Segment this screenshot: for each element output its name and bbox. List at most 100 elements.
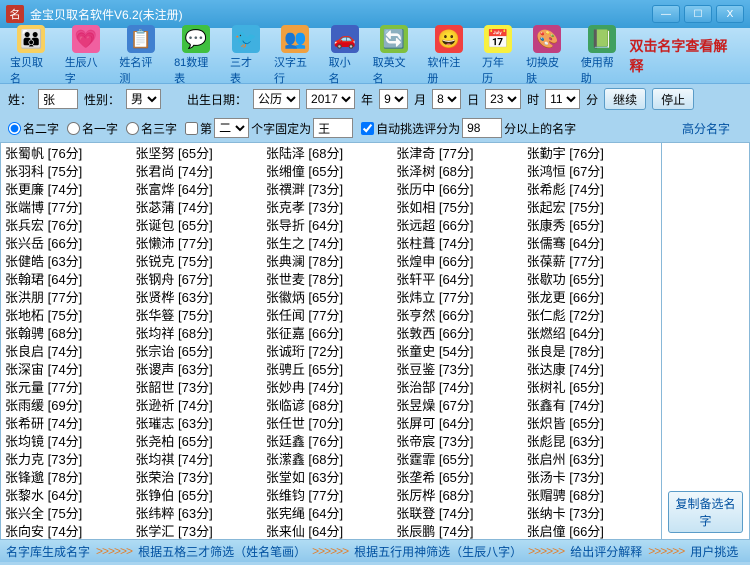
name-item[interactable]: 张尧柏 [65分] bbox=[135, 433, 265, 451]
toolbar-软件注册[interactable]: 😀软件注册 bbox=[421, 23, 476, 88]
name-item[interactable]: 张更廉 [74分] bbox=[5, 181, 135, 199]
name-item[interactable]: 张如相 [75分] bbox=[396, 199, 526, 217]
toolbar-切换皮肤[interactable]: 🎨切换皮肤 bbox=[520, 23, 575, 88]
name-item[interactable]: 张昱燥 [67分] bbox=[396, 397, 526, 415]
pos-select[interactable]: 二 bbox=[214, 118, 249, 138]
name-item[interactable]: 张轩平 [64分] bbox=[396, 271, 526, 289]
name-item[interactable]: 张儒骞 [64分] bbox=[527, 235, 657, 253]
name-item[interactable]: 张坚努 [65分] bbox=[135, 145, 265, 163]
name-item[interactable]: 张起宏 [75分] bbox=[527, 199, 657, 217]
name-item[interactable]: 张锐克 [75分] bbox=[135, 253, 265, 271]
fix-char-input[interactable] bbox=[313, 118, 353, 138]
name-item[interactable]: 张启州 [63分] bbox=[527, 451, 657, 469]
name-item[interactable]: 张诚珩 [72分] bbox=[266, 343, 396, 361]
name-item[interactable]: 张达康 [74分] bbox=[527, 361, 657, 379]
name-item[interactable]: 张璀志 [63分] bbox=[135, 415, 265, 433]
name-item[interactable]: 张苾蒲 [74分] bbox=[135, 199, 265, 217]
name-item[interactable]: 张富烨 [64分] bbox=[135, 181, 265, 199]
name-item[interactable]: 张厉桦 [68分] bbox=[396, 487, 526, 505]
name-item[interactable]: 张向安 [74分] bbox=[5, 523, 135, 540]
name-item[interactable]: 张康秀 [65分] bbox=[527, 217, 657, 235]
name-item[interactable]: 张津奇 [77分] bbox=[396, 145, 526, 163]
name-item[interactable]: 张仁彪 [72分] bbox=[527, 307, 657, 325]
name-item[interactable]: 张廷鑫 [76分] bbox=[266, 433, 396, 451]
minimize-button[interactable]: — bbox=[652, 5, 680, 23]
name-item[interactable]: 张来仙 [64分] bbox=[266, 523, 396, 540]
name-item[interactable]: 张骋丘 [65分] bbox=[266, 361, 396, 379]
name-item[interactable]: 张汤卡 [73分] bbox=[527, 469, 657, 487]
name-item[interactable]: 张鸿恒 [67分] bbox=[527, 163, 657, 181]
radio-name2[interactable] bbox=[8, 122, 21, 135]
continue-button[interactable]: 继续 bbox=[604, 88, 646, 110]
name-item[interactable]: 张彪昆 [63分] bbox=[527, 433, 657, 451]
name-item[interactable]: 张妙冉 [74分] bbox=[266, 379, 396, 397]
name-item[interactable]: 张歇功 [65分] bbox=[527, 271, 657, 289]
name-item[interactable]: 张炽皆 [65分] bbox=[527, 415, 657, 433]
name-item[interactable]: 张羽科 [75分] bbox=[5, 163, 135, 181]
name-item[interactable]: 张垄希 [65分] bbox=[396, 469, 526, 487]
name-item[interactable]: 张任世 [70分] bbox=[266, 415, 396, 433]
name-item[interactable]: 张龙更 [66分] bbox=[527, 289, 657, 307]
name-item[interactable]: 张均祺 [74分] bbox=[135, 451, 265, 469]
copy-selected-button[interactable]: 复制备选名字 bbox=[668, 491, 743, 533]
name-item[interactable]: 张韶世 [73分] bbox=[135, 379, 265, 397]
stop-button[interactable]: 停止 bbox=[652, 88, 694, 110]
name-item[interactable]: 张炜立 [77分] bbox=[396, 289, 526, 307]
name-item[interactable]: 张端博 [77分] bbox=[5, 199, 135, 217]
name-item[interactable]: 张锋邈 [78分] bbox=[5, 469, 135, 487]
name-item[interactable]: 张禩溿 [73分] bbox=[266, 181, 396, 199]
name-item[interactable]: 张鑫有 [74分] bbox=[527, 397, 657, 415]
name-item[interactable]: 张任闻 [77分] bbox=[266, 307, 396, 325]
name-item[interactable]: 张缃僮 [65分] bbox=[266, 163, 396, 181]
name-item[interactable]: 张敦西 [66分] bbox=[396, 325, 526, 343]
name-item[interactable]: 张徽炳 [65分] bbox=[266, 289, 396, 307]
name-item[interactable]: 张均镜 [74分] bbox=[5, 433, 135, 451]
name-item[interactable]: 张纬粹 [63分] bbox=[135, 505, 265, 523]
name-item[interactable]: 张华簦 [75分] bbox=[135, 307, 265, 325]
name-item[interactable]: 张希研 [74分] bbox=[5, 415, 135, 433]
name-item[interactable]: 张宪绳 [64分] bbox=[266, 505, 396, 523]
name-item[interactable]: 张童史 [54分] bbox=[396, 343, 526, 361]
name-item[interactable]: 张生之 [74分] bbox=[266, 235, 396, 253]
toolbar-姓名评测[interactable]: 📋姓名评测 bbox=[113, 23, 168, 88]
toolbar-取小名[interactable]: 🚗取小名 bbox=[323, 23, 367, 88]
name-item[interactable]: 张兴全 [75分] bbox=[5, 505, 135, 523]
name-item[interactable]: 张钢舟 [67分] bbox=[135, 271, 265, 289]
gender-select[interactable]: 男 bbox=[126, 89, 161, 109]
name-item[interactable]: 张启僮 [66分] bbox=[527, 523, 657, 540]
name-item[interactable]: 张荣治 [73分] bbox=[135, 469, 265, 487]
name-item[interactable]: 张懒沛 [77分] bbox=[135, 235, 265, 253]
name-item[interactable]: 张元量 [77分] bbox=[5, 379, 135, 397]
name-item[interactable]: 张谡声 [63分] bbox=[135, 361, 265, 379]
name-item[interactable]: 张均祥 [68分] bbox=[135, 325, 265, 343]
name-item[interactable]: 张铮伯 [65分] bbox=[135, 487, 265, 505]
surname-input[interactable] bbox=[38, 89, 78, 109]
name-item[interactable]: 张导折 [64分] bbox=[266, 217, 396, 235]
name-item[interactable]: 张豆鉴 [73分] bbox=[396, 361, 526, 379]
name-item[interactable]: 张兴岳 [66分] bbox=[5, 235, 135, 253]
name-item[interactable]: 张煌申 [66分] bbox=[396, 253, 526, 271]
name-item[interactable]: 张亨然 [66分] bbox=[396, 307, 526, 325]
toolbar-万年历[interactable]: 📅万年历 bbox=[476, 23, 520, 88]
name-item[interactable]: 张勤宇 [76分] bbox=[527, 145, 657, 163]
name-item[interactable]: 张克孝 [73分] bbox=[266, 199, 396, 217]
name-item[interactable]: 张霆霏 [65分] bbox=[396, 451, 526, 469]
name-item[interactable]: 张治郜 [74分] bbox=[396, 379, 526, 397]
name-item[interactable]: 张远超 [66分] bbox=[396, 217, 526, 235]
checkbox-auto-filter[interactable] bbox=[361, 122, 374, 135]
name-item[interactable]: 张健皓 [63分] bbox=[5, 253, 135, 271]
name-item[interactable]: 张纳卡 [73分] bbox=[527, 505, 657, 523]
year-select[interactable]: 2017 bbox=[306, 89, 355, 109]
name-item[interactable]: 张征嘉 [66分] bbox=[266, 325, 396, 343]
name-item[interactable]: 张良是 [78分] bbox=[527, 343, 657, 361]
checkbox-fix-pos[interactable] bbox=[185, 122, 198, 135]
hour-select[interactable]: 23 bbox=[485, 89, 521, 109]
name-item[interactable]: 张潆鑫 [68分] bbox=[266, 451, 396, 469]
name-item[interactable]: 张燃绍 [64分] bbox=[527, 325, 657, 343]
toolbar-三才表[interactable]: 🐦三才表 bbox=[224, 23, 268, 88]
day-select[interactable]: 8 bbox=[432, 89, 461, 109]
name-item[interactable]: 张兵宏 [76分] bbox=[5, 217, 135, 235]
name-item[interactable]: 张世麦 [78分] bbox=[266, 271, 396, 289]
name-item[interactable]: 张蜀帆 [76分] bbox=[5, 145, 135, 163]
name-item[interactable]: 张希彪 [74分] bbox=[527, 181, 657, 199]
